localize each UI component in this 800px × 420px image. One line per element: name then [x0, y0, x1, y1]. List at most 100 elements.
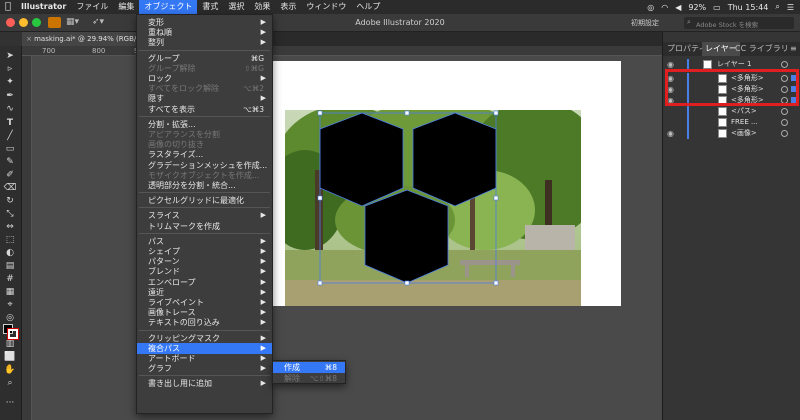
menu-select[interactable]: 選択 — [223, 0, 249, 14]
hand-tool-icon[interactable]: ✋ — [3, 365, 17, 375]
mesh-tool-icon[interactable]: # — [3, 274, 17, 284]
submenu-item-shortcut: ⌘8 — [324, 363, 337, 372]
document-tab-label: masking.ai* @ 29.94% (RGB/GPU — [34, 35, 140, 43]
eraser-tool-icon[interactable]: ⌫ — [3, 183, 17, 193]
hexagon-artwork[interactable] — [285, 110, 581, 306]
menu-item[interactable]: 透明部分を分割・統合... — [137, 180, 272, 191]
magic-wand-tool-icon[interactable]: ✦ — [3, 77, 17, 87]
stock-search-input[interactable]: ⌕ Adobe Stock を検索 — [684, 17, 794, 29]
paintbrush-tool-icon[interactable]: ✎ — [3, 157, 17, 167]
hexagon-shape[interactable] — [319, 112, 404, 207]
hexagon-shape[interactable] — [412, 112, 497, 207]
clock[interactable]: Thu 15:44 — [728, 3, 769, 12]
submenu-item-label: 作成 — [284, 363, 300, 372]
menu-window[interactable]: ウィンドウ — [301, 0, 351, 14]
visibility-eye-icon[interactable]: ◉ — [667, 128, 674, 139]
menu-separator — [139, 232, 270, 234]
menu-item-label: グループ — [148, 53, 180, 63]
menu-effect[interactable]: 効果 — [249, 0, 275, 14]
sublayer-row[interactable]: ◉ <画像> — [663, 128, 800, 139]
bbox-handle[interactable] — [493, 110, 499, 116]
menu-object[interactable]: オブジェクト — [139, 0, 198, 14]
artboard-tool-icon[interactable]: ⬜ — [3, 352, 17, 362]
pen-tool-icon[interactable]: ✒ — [3, 91, 17, 101]
eyedropper-tool-icon[interactable]: ⌖ — [3, 300, 17, 310]
bbox-handle[interactable] — [317, 280, 323, 286]
perspective-grid-tool-icon[interactable]: ▤ — [3, 261, 17, 271]
bbox-handle[interactable] — [493, 195, 499, 201]
panel-menu-icon[interactable]: ≡ — [790, 44, 797, 53]
tab-cc-libraries[interactable]: CC ライブラリ — [735, 42, 789, 56]
menu-item[interactable]: 書き出し用に追加 ▶ — [137, 378, 272, 389]
submenu-item: 解除 ⌥⇧⌘8 — [273, 373, 345, 384]
direct-selection-tool-icon[interactable]: ▹ — [3, 64, 17, 74]
submenu-item[interactable]: 作成 ⌘8 — [273, 362, 345, 373]
bbox-handle[interactable] — [404, 110, 410, 116]
more-tools-icon[interactable]: ··· — [3, 398, 17, 408]
rotate-tool-icon[interactable]: ↻ — [3, 196, 17, 206]
blend-tool-icon[interactable]: ◎ — [3, 313, 17, 323]
menu-type[interactable]: 書式 — [197, 0, 223, 14]
submenu-arrow-icon: ▶ — [260, 364, 266, 373]
battery-icon[interactable]: ▭ — [713, 3, 721, 12]
sublayer-row[interactable]: FREE ... — [663, 117, 800, 128]
workspace-select[interactable]: 初期設定 — [631, 18, 659, 28]
sublayer-row[interactable]: <パス> — [663, 106, 800, 117]
menu-edit[interactable]: 編集 — [113, 0, 139, 14]
menu-item[interactable]: ピクセルグリッドに最適化 — [137, 195, 272, 206]
layer-thumbnail — [718, 129, 727, 138]
bbox-handle[interactable] — [493, 280, 499, 286]
rectangle-tool-icon[interactable]: ▭ — [3, 144, 17, 154]
menu-item-label: すべてをロック解除 — [148, 84, 219, 94]
menu-item[interactable]: 整列 ▶ — [137, 37, 272, 48]
target-circle-icon[interactable] — [781, 119, 788, 126]
menu-item-label: ブレンド — [148, 267, 180, 277]
menu-item[interactable]: トリムマークを作成 — [137, 221, 272, 232]
free-transform-tool-icon[interactable]: ⬚ — [3, 235, 17, 245]
menu-item[interactable]: グラフ ▶ — [137, 363, 272, 374]
hexagon-shape[interactable] — [364, 189, 449, 284]
close-tab-icon[interactable]: × — [26, 35, 34, 43]
highlight-box — [665, 69, 799, 106]
cc-icon[interactable]: ◎ — [647, 3, 654, 12]
menu-item-label: パス — [148, 236, 164, 246]
menu-separator — [139, 207, 270, 209]
menu-item[interactable]: すべてを表示 ⌥⌘3 — [137, 104, 272, 115]
list-icon[interactable]: ☰ — [787, 3, 794, 12]
menu-item-label: モザイクオブジェクトを作成... — [148, 170, 260, 180]
layer-name: <パス> — [731, 107, 757, 115]
zoom-tool-icon[interactable]: ⌕ — [3, 378, 17, 388]
menu-item-label: ピクセルグリッドに最適化 — [148, 196, 244, 206]
line-tool-icon[interactable]: ╱ — [3, 131, 17, 141]
bbox-handle[interactable] — [317, 195, 323, 201]
menu-app-name[interactable]: Illustrator — [16, 0, 71, 14]
type-tool-icon[interactable]: T — [3, 118, 17, 128]
document-tab[interactable]: × masking.ai* @ 29.94% (RGB/GPU — [22, 32, 140, 46]
apple-icon[interactable]:  — [0, 0, 16, 14]
menu-view[interactable]: 表示 — [275, 0, 301, 14]
menu-help[interactable]: ヘルプ — [351, 0, 385, 14]
selection-tool-icon[interactable]: ➤ — [3, 51, 17, 61]
target-circle-icon[interactable] — [781, 130, 788, 137]
volume-icon[interactable]: ◀ — [675, 3, 681, 12]
target-circle-icon[interactable] — [781, 108, 788, 115]
gradient-tool-icon[interactable]: ▦ — [3, 287, 17, 297]
wifi-icon[interactable]: ◠ — [661, 3, 668, 12]
graph-tool-icon[interactable]: ▥ — [3, 339, 17, 349]
search-icon[interactable]: ⌕ — [775, 2, 779, 12]
submenu-item-label: 解除 — [284, 374, 300, 383]
curvature-tool-icon[interactable]: ∿ — [3, 104, 17, 114]
menu-separator — [139, 375, 270, 377]
menu-file[interactable]: ファイル — [71, 0, 113, 14]
bbox-handle[interactable] — [404, 280, 410, 286]
shape-builder-tool-icon[interactable]: ◐ — [3, 248, 17, 258]
width-tool-icon[interactable]: ⇔ — [3, 222, 17, 232]
bbox-handle[interactable] — [317, 110, 323, 116]
scale-tool-icon[interactable]: ⤡ — [3, 209, 17, 219]
shaper-tool-icon[interactable]: ✐ — [3, 170, 17, 180]
tab-properties[interactable]: プロパティ — [667, 42, 707, 56]
stroke-swatch[interactable] — [7, 328, 19, 340]
menu-item-label: 画像の切り抜き — [148, 140, 204, 150]
target-circle-icon[interactable] — [781, 61, 788, 68]
menu-item[interactable]: テキストの回り込み ▶ — [137, 317, 272, 328]
